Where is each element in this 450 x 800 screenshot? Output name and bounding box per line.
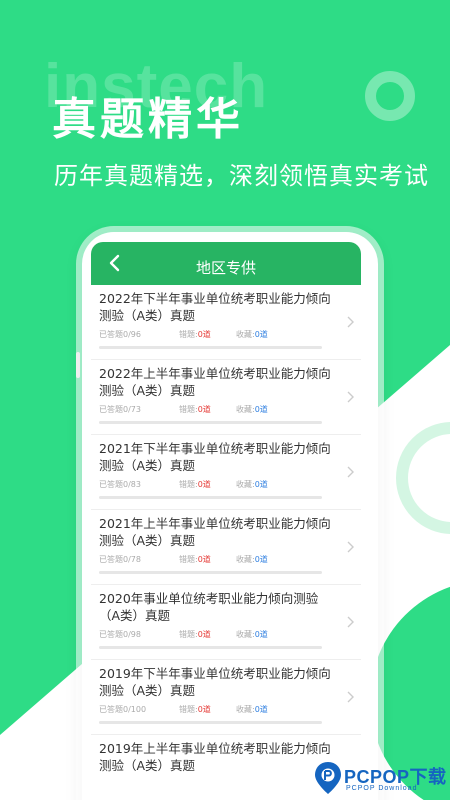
- banner-subtitle: 历年真题精选，深刻领悟真实考试: [54, 162, 429, 190]
- chevron-right-icon: [347, 316, 354, 328]
- collect-stat: 收藏:0道: [236, 705, 268, 714]
- collect-count: 0道: [254, 630, 268, 639]
- chevron-right-icon: [347, 691, 354, 703]
- exam-list: 2022年下半年事业单位统考职业能力倾向测验（A类）真题 已答题0/96 错题:…: [91, 285, 361, 800]
- collect-count: 0道: [254, 330, 268, 339]
- wrong-stat: 错题:0道: [179, 480, 211, 489]
- wrong-count: 0道: [197, 705, 211, 714]
- phone-frame: 地区专供 2022年下半年事业单位统考职业能力倾向测验（A类）真题 已答题0/9…: [82, 232, 378, 800]
- wrong-count: 0道: [197, 405, 211, 414]
- answered-count: 已答题0/83: [99, 480, 141, 489]
- location-pin-icon: [315, 762, 341, 794]
- collect-stat: 收藏:0道: [236, 330, 268, 339]
- back-button[interactable]: [103, 251, 127, 275]
- collect-count: 0道: [254, 705, 268, 714]
- item-title: 2022年上半年事业单位统考职业能力倾向测验（A类）真题: [99, 366, 331, 398]
- progress-bar: [99, 721, 322, 724]
- chevron-right-icon: [347, 616, 354, 628]
- progress-bar: [99, 496, 322, 499]
- answered-count: 已答题0/78: [99, 555, 141, 564]
- list-item[interactable]: 2021年上半年事业单位统考职业能力倾向测验（A类）真题 已答题0/78 错题:…: [91, 510, 361, 585]
- wrong-stat: 错题:0道: [179, 705, 211, 714]
- collect-stat: 收藏:0道: [236, 480, 268, 489]
- wrong-stat: 错题:0道: [179, 555, 211, 564]
- progress-bar: [99, 346, 322, 349]
- app-header: 地区专供: [91, 242, 361, 285]
- wrong-count: 0道: [197, 555, 211, 564]
- list-item[interactable]: 2021年下半年事业单位统考职业能力倾向测验（A类）真题 已答题0/83 错题:…: [91, 435, 361, 510]
- item-title: 2020年事业单位统考职业能力倾向测验（A类）真题: [99, 591, 319, 623]
- list-item[interactable]: 2022年上半年事业单位统考职业能力倾向测验（A类）真题 已答题0/73 错题:…: [91, 360, 361, 435]
- item-title: 2019年下半年事业单位统考职业能力倾向测验（A类）真题: [99, 666, 331, 698]
- collect-stat: 收藏:0道: [236, 405, 268, 414]
- banner-title: 真题精华: [52, 94, 244, 145]
- item-title: 2021年下半年事业单位统考职业能力倾向测验（A类）真题: [99, 441, 331, 473]
- item-title: 2019年上半年事业单位统考职业能力倾向测验（A类）真题: [99, 741, 331, 773]
- collect-stat: 收藏:0道: [236, 555, 268, 564]
- list-item[interactable]: 2022年下半年事业单位统考职业能力倾向测验（A类）真题 已答题0/96 错题:…: [91, 285, 361, 360]
- wrong-stat: 错题:0道: [179, 330, 211, 339]
- collect-count: 0道: [254, 405, 268, 414]
- collect-count: 0道: [254, 555, 268, 564]
- answered-count: 已答题0/100: [99, 705, 147, 714]
- chevron-right-icon: [347, 466, 354, 478]
- answered-count: 已答题0/73: [99, 405, 141, 414]
- phone-side-button: [76, 352, 80, 378]
- wrong-stat: 错题:0道: [179, 630, 211, 639]
- chevron-right-icon: [347, 391, 354, 403]
- header-title: 地区专供: [195, 259, 256, 277]
- chevron-right-icon: [347, 541, 354, 553]
- answered-count: 已答题0/96: [99, 330, 141, 339]
- collect-count: 0道: [254, 480, 268, 489]
- decorative-ring: [365, 71, 415, 121]
- progress-bar: [99, 646, 322, 649]
- wrong-count: 0道: [197, 630, 211, 639]
- chevron-left-icon: [109, 254, 120, 272]
- progress-bar: [99, 571, 322, 574]
- list-item[interactable]: 2019年下半年事业单位统考职业能力倾向测验（A类）真题 已答题0/100 错题…: [91, 660, 361, 735]
- collect-stat: 收藏:0道: [236, 630, 268, 639]
- answered-count: 已答题0/98: [99, 630, 141, 639]
- list-item[interactable]: 2020年事业单位统考职业能力倾向测验（A类）真题 已答题0/98 错题:0道 …: [91, 585, 361, 660]
- wrong-count: 0道: [197, 480, 211, 489]
- site-logo: PCPOP下载 PCPOP Download: [312, 760, 448, 800]
- progress-bar: [99, 421, 322, 424]
- item-title: 2022年下半年事业单位统考职业能力倾向测验（A类）真题: [99, 291, 331, 323]
- logo-subtext: PCPOP Download: [346, 785, 418, 792]
- wrong-count: 0道: [197, 330, 211, 339]
- item-title: 2021年上半年事业单位统考职业能力倾向测验（A类）真题: [99, 516, 331, 548]
- wrong-stat: 错题:0道: [179, 405, 211, 414]
